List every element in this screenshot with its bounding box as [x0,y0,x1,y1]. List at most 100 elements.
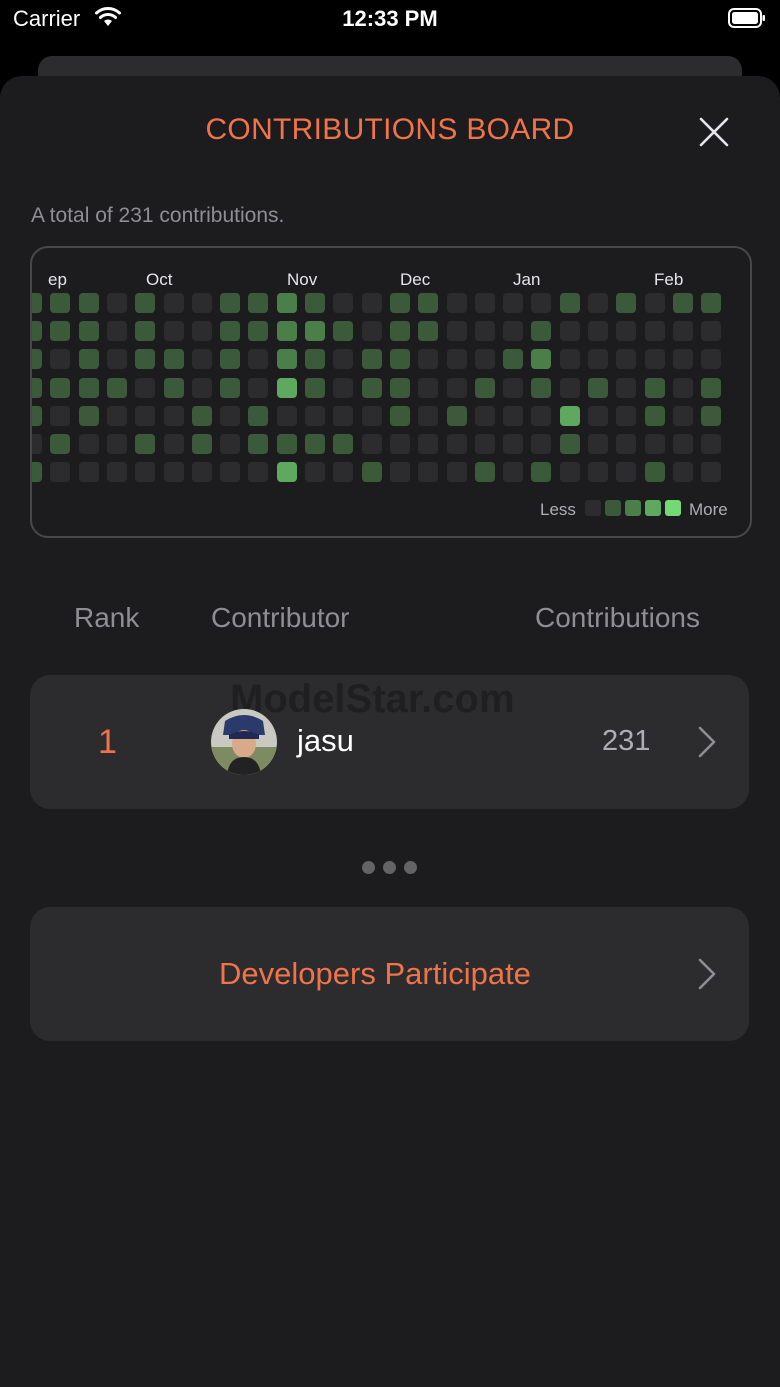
heatmap-cell [446,349,467,370]
heatmap-cell [248,405,269,426]
heatmap-cell [672,293,693,313]
heatmap-cell [191,377,212,398]
heatmap-cell [531,293,552,313]
heatmap-cell [616,293,637,313]
heatmap-cell [361,293,382,313]
heatmap-cell [32,293,42,313]
dot [362,861,375,874]
heatmap-cell [220,377,241,398]
heatmap-cell [191,405,212,426]
heatmap-cell [276,349,297,370]
total-contributions-text: A total of 231 contributions. [31,204,285,227]
heatmap-cell [672,434,693,454]
heatmap-cell [50,349,71,370]
heatmap-cell [50,434,71,454]
heatmap-cell [276,405,297,426]
legend-less: Less [540,500,576,519]
heatmap-cell [559,321,580,342]
heatmap-cell [135,434,156,454]
heatmap-cell [333,405,354,426]
avatar [211,709,277,775]
heatmap-cell [333,293,354,313]
participate-label: Developers Participate [219,956,531,991]
heatmap-cell [191,321,212,342]
heatmap-cell [446,462,467,483]
heatmap-cell [191,293,212,313]
heatmap-cell [701,349,722,370]
heatmap-cell [644,321,665,342]
heatmap-cell [32,377,42,398]
heatmap-cell [418,405,439,426]
heatmap-cell [559,434,580,454]
heatmap-cell [163,293,184,313]
heatmap-cell [474,462,495,483]
heatmap-cell [50,405,71,426]
heatmap-cell [588,377,608,398]
heatmap-cell [106,321,127,342]
heatmap-cell [503,321,524,342]
heatmap-cell [135,321,156,342]
heatmap-cell [248,321,269,342]
heatmap-cell [418,377,439,398]
heatmap-cell [474,405,495,426]
legend-level-4 [665,500,681,516]
heatmap-cell [135,462,156,483]
heatmap-cell [446,434,467,454]
heatmap-cell [644,434,665,454]
contribution-heatmap: ep Oct Nov Dec Jan Feb Less More [30,246,752,538]
rank-header: Rank [74,602,140,633]
heatmap-cell [701,434,722,454]
legend-level-0 [585,500,601,516]
legend-level-2 [625,500,641,516]
heatmap-cell [276,293,297,313]
contributor-row[interactable]: ModelStar.com 1 jasu 231 [30,675,749,809]
heatmap-cell [389,349,410,370]
heatmap-cell [32,462,42,483]
heatmap-cell [418,321,439,342]
heatmap-cell [333,434,354,454]
sheet-title: CONTRIBUTIONS BOARD [205,113,575,146]
heatmap-cell [220,434,241,454]
heatmap-cell [559,462,580,483]
heatmap-cell [559,405,580,426]
heatmap-cell [78,462,99,483]
heatmap-cell [616,462,637,483]
heatmap-cell [135,293,156,313]
heatmap-cell [474,349,495,370]
heatmap-cell [644,293,665,313]
heatmap-cell [333,349,354,370]
heatmap-cell [106,293,127,313]
heatmap-cell [389,321,410,342]
heatmap-cell [106,377,127,398]
more-indicator [362,861,418,875]
heatmap-cell [418,349,439,370]
heatmap-cell [588,293,608,313]
developers-participate-button[interactable]: Developers Participate [30,907,749,1041]
heatmap-cell [305,434,325,454]
heatmap-cell [248,293,269,313]
heatmap-cell [50,377,71,398]
heatmap-cell [163,321,184,342]
heatmap-cell [78,377,99,398]
heatmap-cell [248,462,269,483]
heatmap-cell [305,462,325,483]
heatmap-cell [220,349,241,370]
contributions-sheet: CONTRIBUTIONS BOARD A total of 231 contr… [0,76,780,1387]
heatmap-cell [588,349,608,370]
heatmap-cell [446,405,467,426]
heatmap-cell [672,377,693,398]
heatmap-cell [191,349,212,370]
heatmap-cell [446,377,467,398]
close-icon[interactable] [694,112,734,152]
heatmap-cell [474,434,495,454]
heatmap-cell [531,321,552,342]
heatmap-cell [163,405,184,426]
month-label: Dec [400,270,431,289]
heatmap-cell [78,405,99,426]
heatmap-cell [701,293,722,313]
heatmap-cell [672,405,693,426]
heatmap-cell [305,321,325,342]
heatmap-cell [616,349,637,370]
battery-icon [728,8,765,28]
contributions-header: Contributions [535,602,700,633]
